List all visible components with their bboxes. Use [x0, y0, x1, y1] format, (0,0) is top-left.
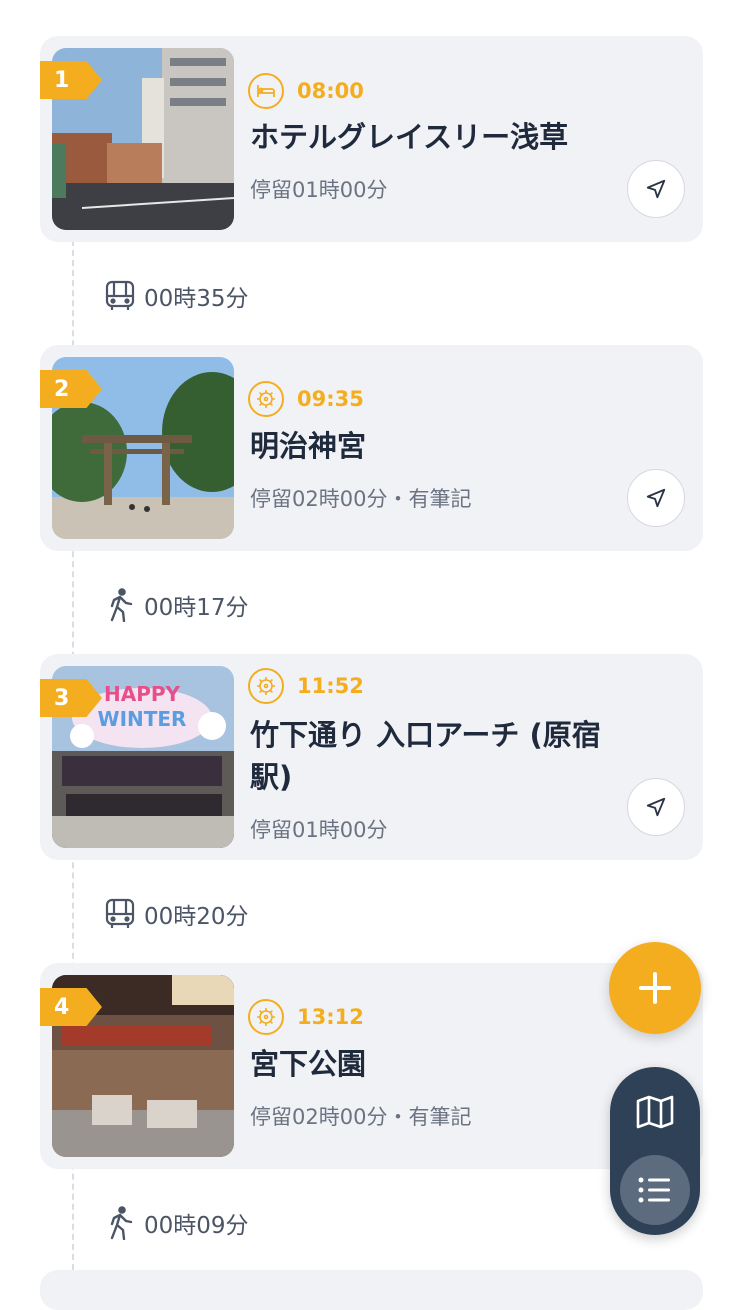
transit-duration: 00時17分	[144, 595, 249, 621]
hotel-icon	[248, 73, 284, 109]
navigate-button[interactable]	[627, 160, 685, 218]
stop-card-3[interactable]: HAPPY WINTER 3 11:52 竹下通り 入口アーチ (原宿駅) 停留…	[40, 654, 703, 860]
stop-card-1[interactable]: 1 08:00 ホテルグレイスリー浅草 停留01時00分	[40, 36, 703, 242]
list-icon	[638, 1177, 670, 1203]
walk-icon	[100, 585, 140, 625]
map-view-button[interactable]	[620, 1077, 690, 1147]
navigate-button[interactable]	[627, 469, 685, 527]
transit-segment-2: 00時17分	[100, 585, 249, 625]
transit-duration: 00時20分	[144, 904, 249, 930]
navigation-arrow-icon	[646, 179, 666, 199]
bus-icon	[100, 276, 140, 316]
stop-title: 竹下通り 入口アーチ (原宿駅)	[250, 718, 601, 794]
stop-time: 13:12	[297, 1005, 364, 1029]
attraction-icon	[248, 999, 284, 1035]
navigation-arrow-icon	[646, 488, 666, 508]
map-icon	[636, 1095, 674, 1129]
navigation-arrow-icon	[646, 797, 666, 817]
transit-duration: 00時35分	[144, 286, 249, 312]
bus-icon	[100, 894, 140, 934]
transit-duration: 00時09分	[144, 1213, 249, 1239]
plus-icon	[639, 972, 671, 1004]
stop-card-2[interactable]: 2 09:35 明治神宮 停留02時00分・有筆記	[40, 345, 703, 551]
attraction-icon	[248, 381, 284, 417]
transit-segment-3: 00時20分	[100, 894, 249, 934]
view-toggle	[610, 1067, 700, 1235]
walk-icon	[100, 1203, 140, 1243]
stay-duration: 停留02時00分・有筆記	[250, 1105, 472, 1129]
stop-time: 09:35	[297, 387, 364, 411]
stop-card-4[interactable]: 4 13:12 宮下公園 停留02時00分・有筆記	[40, 963, 703, 1169]
transit-segment-1: 00時35分	[100, 276, 249, 316]
stop-title: 明治神宮	[250, 429, 367, 463]
stay-duration: 停留01時00分	[250, 178, 388, 202]
navigate-button[interactable]	[627, 778, 685, 836]
stop-card-5-partial[interactable]	[40, 1270, 703, 1310]
stay-duration: 停留02時00分・有筆記	[250, 487, 472, 511]
transit-segment-4: 00時09分	[100, 1203, 249, 1243]
attraction-icon	[248, 668, 284, 704]
stop-title: 宮下公園	[250, 1047, 367, 1081]
stop-title: ホテルグレイスリー浅草	[250, 120, 569, 154]
stop-time: 11:52	[297, 674, 364, 698]
svg-text:HAPPY: HAPPY	[104, 682, 181, 706]
list-view-button[interactable]	[620, 1155, 690, 1225]
add-stop-button[interactable]	[609, 942, 701, 1034]
svg-text:WINTER: WINTER	[98, 707, 187, 731]
stay-duration: 停留01時00分	[250, 818, 388, 842]
stop-time: 08:00	[297, 79, 364, 103]
